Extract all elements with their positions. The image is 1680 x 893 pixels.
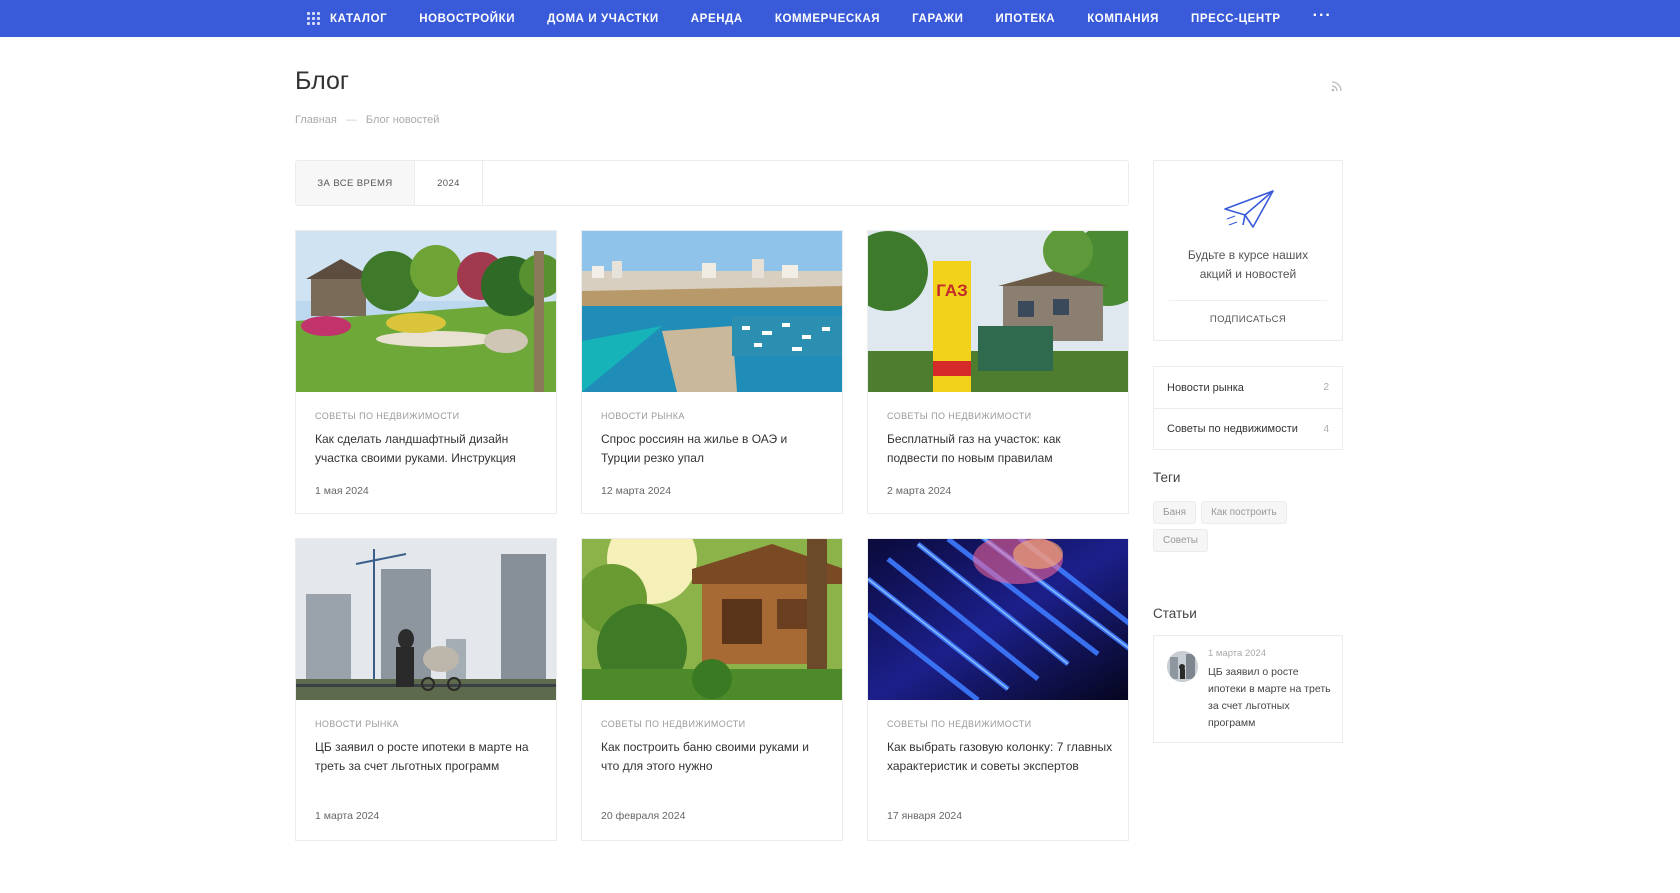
post-title[interactable]: Как построить баню своими руками и что д…: [601, 738, 828, 776]
post-category: Новости рынка: [315, 719, 399, 729]
tag-item[interactable]: Баня: [1153, 501, 1197, 524]
articles-heading: Статьи: [1153, 606, 1197, 621]
article-item[interactable]: 1 марта 2024 ЦБ заявил о росте ипотеки в…: [1153, 635, 1343, 743]
category-label: Советы по недвижимости: [1167, 423, 1298, 435]
nav-item-mortgage[interactable]: Ипотека: [995, 13, 1055, 25]
paper-plane-icon: [1224, 190, 1274, 228]
article-date: 1 марта 2024: [1208, 648, 1267, 659]
category-label: Новости рынка: [1167, 381, 1244, 394]
post-date: 20 февраля 2024: [601, 810, 686, 822]
nav-item-press-center[interactable]: Пресс-центр: [1191, 13, 1281, 25]
category-list: Новости рынка 2 Советы по недвижимости 4: [1153, 366, 1343, 450]
post-date: 1 мая 2024: [315, 485, 369, 497]
tag-list: Баня Как построить Советы: [1153, 501, 1343, 552]
nav-more-button[interactable]: ···: [1313, 7, 1332, 25]
nav-item-houses-and-plots[interactable]: Дома и участки: [547, 13, 659, 25]
blog-card[interactable]: Советы по недвижимости Как сделать ландш…: [295, 230, 557, 514]
post-title[interactable]: Как выбрать газовую колонку: 7 главных х…: [887, 738, 1114, 776]
nav-item-label: Каталог: [330, 12, 388, 25]
divider: [1169, 300, 1327, 301]
subscribe-text: Будьте в курсе наших акций и новостей: [1187, 248, 1309, 281]
nav-item-new-buildings[interactable]: Новостройки: [419, 13, 515, 25]
category-count: 4: [1323, 423, 1329, 435]
article-title[interactable]: ЦБ заявил о росте ипотеки в марте на тре…: [1208, 664, 1333, 732]
post-category: Новости рынка: [601, 411, 685, 421]
post-image-harbor: [582, 231, 842, 392]
post-image-wooden-sauna: [582, 539, 842, 700]
category-item-market-news[interactable]: Новости рынка 2: [1154, 367, 1342, 408]
post-title[interactable]: Бесплатный газ на участок: как подвести …: [887, 430, 1114, 468]
post-date: 2 марта 2024: [887, 485, 952, 497]
post-image-city-buildings: [296, 539, 556, 700]
category-item-real-estate-tips[interactable]: Советы по недвижимости 4: [1154, 408, 1342, 449]
post-date: 1 марта 2024: [315, 810, 380, 822]
article-thumbnail: [1167, 651, 1198, 682]
nav-item-rent[interactable]: Аренда: [691, 13, 743, 25]
post-image-gas-flames: [868, 539, 1128, 700]
nav-item-company[interactable]: Компания: [1087, 13, 1159, 25]
nav-item-catalog[interactable]: Каталог: [307, 12, 387, 25]
period-filter: За все время 2024: [295, 160, 1129, 206]
blog-card[interactable]: Советы по недвижимости Как построить бан…: [581, 538, 843, 841]
nav-item-garages[interactable]: Гаражи: [912, 13, 963, 25]
post-category: Советы по недвижимости: [887, 719, 1032, 729]
blog-card[interactable]: Новости рынка Спрос россиян на жилье в О…: [581, 230, 843, 514]
page-title: Блог: [295, 67, 350, 95]
post-category: Советы по недвижимости: [601, 719, 746, 729]
post-image-landscape: [296, 231, 556, 392]
filter-tab-2024[interactable]: 2024: [415, 161, 483, 205]
post-title[interactable]: Как сделать ландшафтный дизайн участка с…: [315, 430, 542, 468]
post-image-gas-pipe: ГАЗ: [868, 231, 1128, 392]
blog-card[interactable]: Новости рынка ЦБ заявил о росте ипотеки …: [295, 538, 557, 841]
blog-card[interactable]: Советы по недвижимости Как выбрать газов…: [867, 538, 1129, 841]
subscribe-widget: Будьте в курсе наших акций и новостей По…: [1153, 160, 1343, 341]
post-title[interactable]: Спрос россиян на жилье в ОАЭ и Турции ре…: [601, 430, 828, 468]
breadcrumb-current: Блог новостей: [365, 114, 440, 126]
filter-tab-all-time[interactable]: За все время: [296, 161, 415, 205]
post-category: Советы по недвижимости: [887, 411, 1032, 421]
top-navigation-menu: Каталог Новостройки Дома и участки Аренд…: [307, 0, 1332, 37]
breadcrumb-home[interactable]: Главная: [295, 114, 337, 126]
gas-sign-text: ГАЗ: [936, 281, 968, 300]
category-count: 2: [1323, 382, 1329, 393]
tag-item[interactable]: Советы: [1153, 529, 1208, 552]
blog-card[interactable]: ГАЗ Советы по недвижимости Бесплатный га…: [867, 230, 1129, 514]
tags-heading: Теги: [1153, 470, 1181, 485]
breadcrumb: Главная — Блог новостей: [295, 114, 439, 126]
post-date: 17 января 2024: [887, 810, 963, 822]
post-category: Советы по недвижимости: [315, 411, 460, 421]
subscribe-button[interactable]: Подписаться: [1154, 314, 1342, 325]
post-title[interactable]: ЦБ заявил о росте ипотеки в марте на тре…: [315, 738, 542, 776]
rss-icon[interactable]: [1331, 80, 1343, 92]
breadcrumb-separator: —: [345, 114, 357, 126]
nav-item-commercial[interactable]: Коммерческая: [775, 13, 880, 25]
post-date: 12 марта 2024: [601, 485, 672, 497]
tag-item[interactable]: Как построить: [1201, 501, 1287, 524]
top-navigation: Каталог Новостройки Дома и участки Аренд…: [0, 0, 1680, 37]
grid-icon: [307, 12, 320, 25]
